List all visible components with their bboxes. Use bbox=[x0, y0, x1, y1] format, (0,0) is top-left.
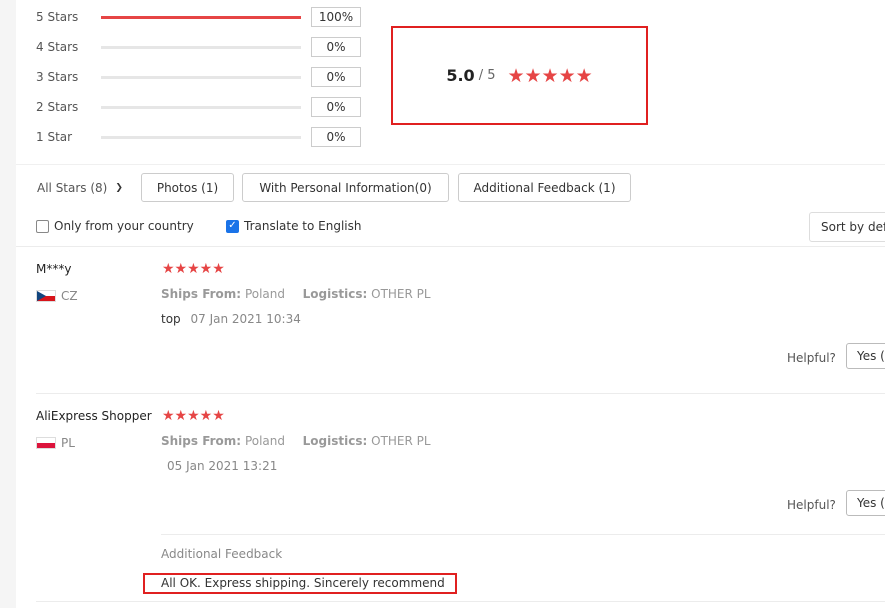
review-stars-icon: ★★★★★ bbox=[162, 408, 225, 424]
review-stars-icon: ★★★★★ bbox=[162, 261, 225, 277]
reviewer-country: CZ bbox=[36, 289, 78, 303]
review-date: 05 Jan 2021 13:21 bbox=[167, 459, 278, 473]
ships-from-label: Ships From: bbox=[161, 434, 242, 448]
country-code: CZ bbox=[61, 289, 78, 303]
distribution-label: 5 Stars bbox=[36, 10, 79, 24]
reviewer-name: AliExpress Shopper bbox=[36, 409, 152, 423]
distribution-bar-fill bbox=[101, 15, 301, 19]
only-country-label: Only from your country bbox=[54, 219, 194, 233]
distribution-row-2[interactable]: 2 Stars 0% bbox=[36, 96, 361, 118]
helpful-label: Helpful? bbox=[787, 351, 836, 365]
reviewer-country: PL bbox=[36, 436, 75, 450]
review-date: 07 Jan 2021 10:34 bbox=[190, 312, 301, 326]
distribution-percent: 0% bbox=[311, 37, 361, 57]
distribution-label: 1 Star bbox=[36, 130, 73, 144]
review-content: 05 Jan 2021 13:21 bbox=[161, 459, 277, 473]
review-meta: Ships From: Poland Logistics: OTHER PL bbox=[161, 287, 431, 301]
section-divider bbox=[16, 164, 885, 165]
additional-feedback-text: All OK. Express shipping. Sincerely reco… bbox=[143, 573, 457, 594]
reviewer-name: M***y bbox=[36, 262, 72, 276]
logistics-value: OTHER PL bbox=[371, 434, 431, 448]
additional-feedback-filter-button[interactable]: Additional Feedback (1) bbox=[458, 173, 631, 202]
translate-label: Translate to English bbox=[244, 219, 362, 233]
helpful-yes-button[interactable]: Yes (0) bbox=[846, 490, 885, 516]
ships-from-label: Ships From: bbox=[161, 287, 242, 301]
filter-divider bbox=[16, 246, 885, 247]
logistics-value: OTHER PL bbox=[371, 287, 431, 301]
review-content: top 07 Jan 2021 10:34 bbox=[161, 312, 301, 326]
checkbox-checked-icon: ✓ bbox=[226, 219, 239, 233]
czech-flag-icon bbox=[36, 290, 56, 302]
distribution-row-5[interactable]: 5 Stars 100% bbox=[36, 6, 361, 28]
distribution-label: 4 Stars bbox=[36, 40, 79, 54]
distribution-bar bbox=[101, 15, 301, 19]
rating-max: / 5 bbox=[478, 68, 496, 83]
logistics-label: Logistics: bbox=[302, 287, 368, 301]
average-rating: 5.0 bbox=[446, 66, 475, 85]
chevron-down-icon: ❯ bbox=[115, 183, 123, 193]
distribution-bar bbox=[101, 45, 301, 49]
distribution-percent: 0% bbox=[311, 67, 361, 87]
personal-info-filter-button[interactable]: With Personal Information(0) bbox=[242, 173, 449, 202]
distribution-percent: 100% bbox=[311, 7, 361, 27]
left-gutter bbox=[0, 0, 16, 608]
review-text: top bbox=[161, 312, 181, 326]
rating-summary: 5.0 / 5 ★★★★★ bbox=[391, 26, 648, 125]
all-stars-label: All Stars (8) bbox=[37, 181, 108, 195]
summary-stars-icon: ★★★★★ bbox=[507, 64, 593, 87]
poland-flag-icon bbox=[36, 437, 56, 449]
distribution-row-1[interactable]: 1 Star 0% bbox=[36, 126, 361, 148]
distribution-percent: 0% bbox=[311, 97, 361, 117]
distribution-bar bbox=[101, 75, 301, 79]
ships-from-value: Poland bbox=[244, 434, 285, 448]
review-divider bbox=[36, 393, 885, 394]
distribution-percent: 0% bbox=[311, 127, 361, 147]
logistics-label: Logistics: bbox=[302, 434, 368, 448]
distribution-row-4[interactable]: 4 Stars 0% bbox=[36, 36, 361, 58]
review-meta: Ships From: Poland Logistics: OTHER PL bbox=[161, 434, 431, 448]
review-divider bbox=[36, 601, 885, 602]
feedback-divider bbox=[161, 534, 885, 535]
sort-dropdown[interactable]: Sort by default bbox=[809, 212, 885, 242]
helpful-label: Helpful? bbox=[787, 498, 836, 512]
country-code: PL bbox=[61, 436, 75, 450]
distribution-label: 2 Stars bbox=[36, 100, 79, 114]
additional-feedback-title: Additional Feedback bbox=[161, 547, 283, 561]
helpful-yes-button[interactable]: Yes (0) bbox=[846, 343, 885, 369]
distribution-bar bbox=[101, 105, 301, 109]
checkbox-icon bbox=[36, 219, 49, 233]
distribution-row-3[interactable]: 3 Stars 0% bbox=[36, 66, 361, 88]
only-country-checkbox[interactable]: Only from your country bbox=[36, 219, 194, 233]
distribution-bar bbox=[101, 135, 301, 139]
distribution-label: 3 Stars bbox=[36, 70, 79, 84]
translate-checkbox[interactable]: ✓ Translate to English bbox=[226, 219, 362, 233]
all-stars-dropdown[interactable]: All Stars (8) ❯ bbox=[37, 181, 123, 195]
ships-from-value: Poland bbox=[244, 287, 285, 301]
photos-filter-button[interactable]: Photos (1) bbox=[141, 173, 234, 202]
